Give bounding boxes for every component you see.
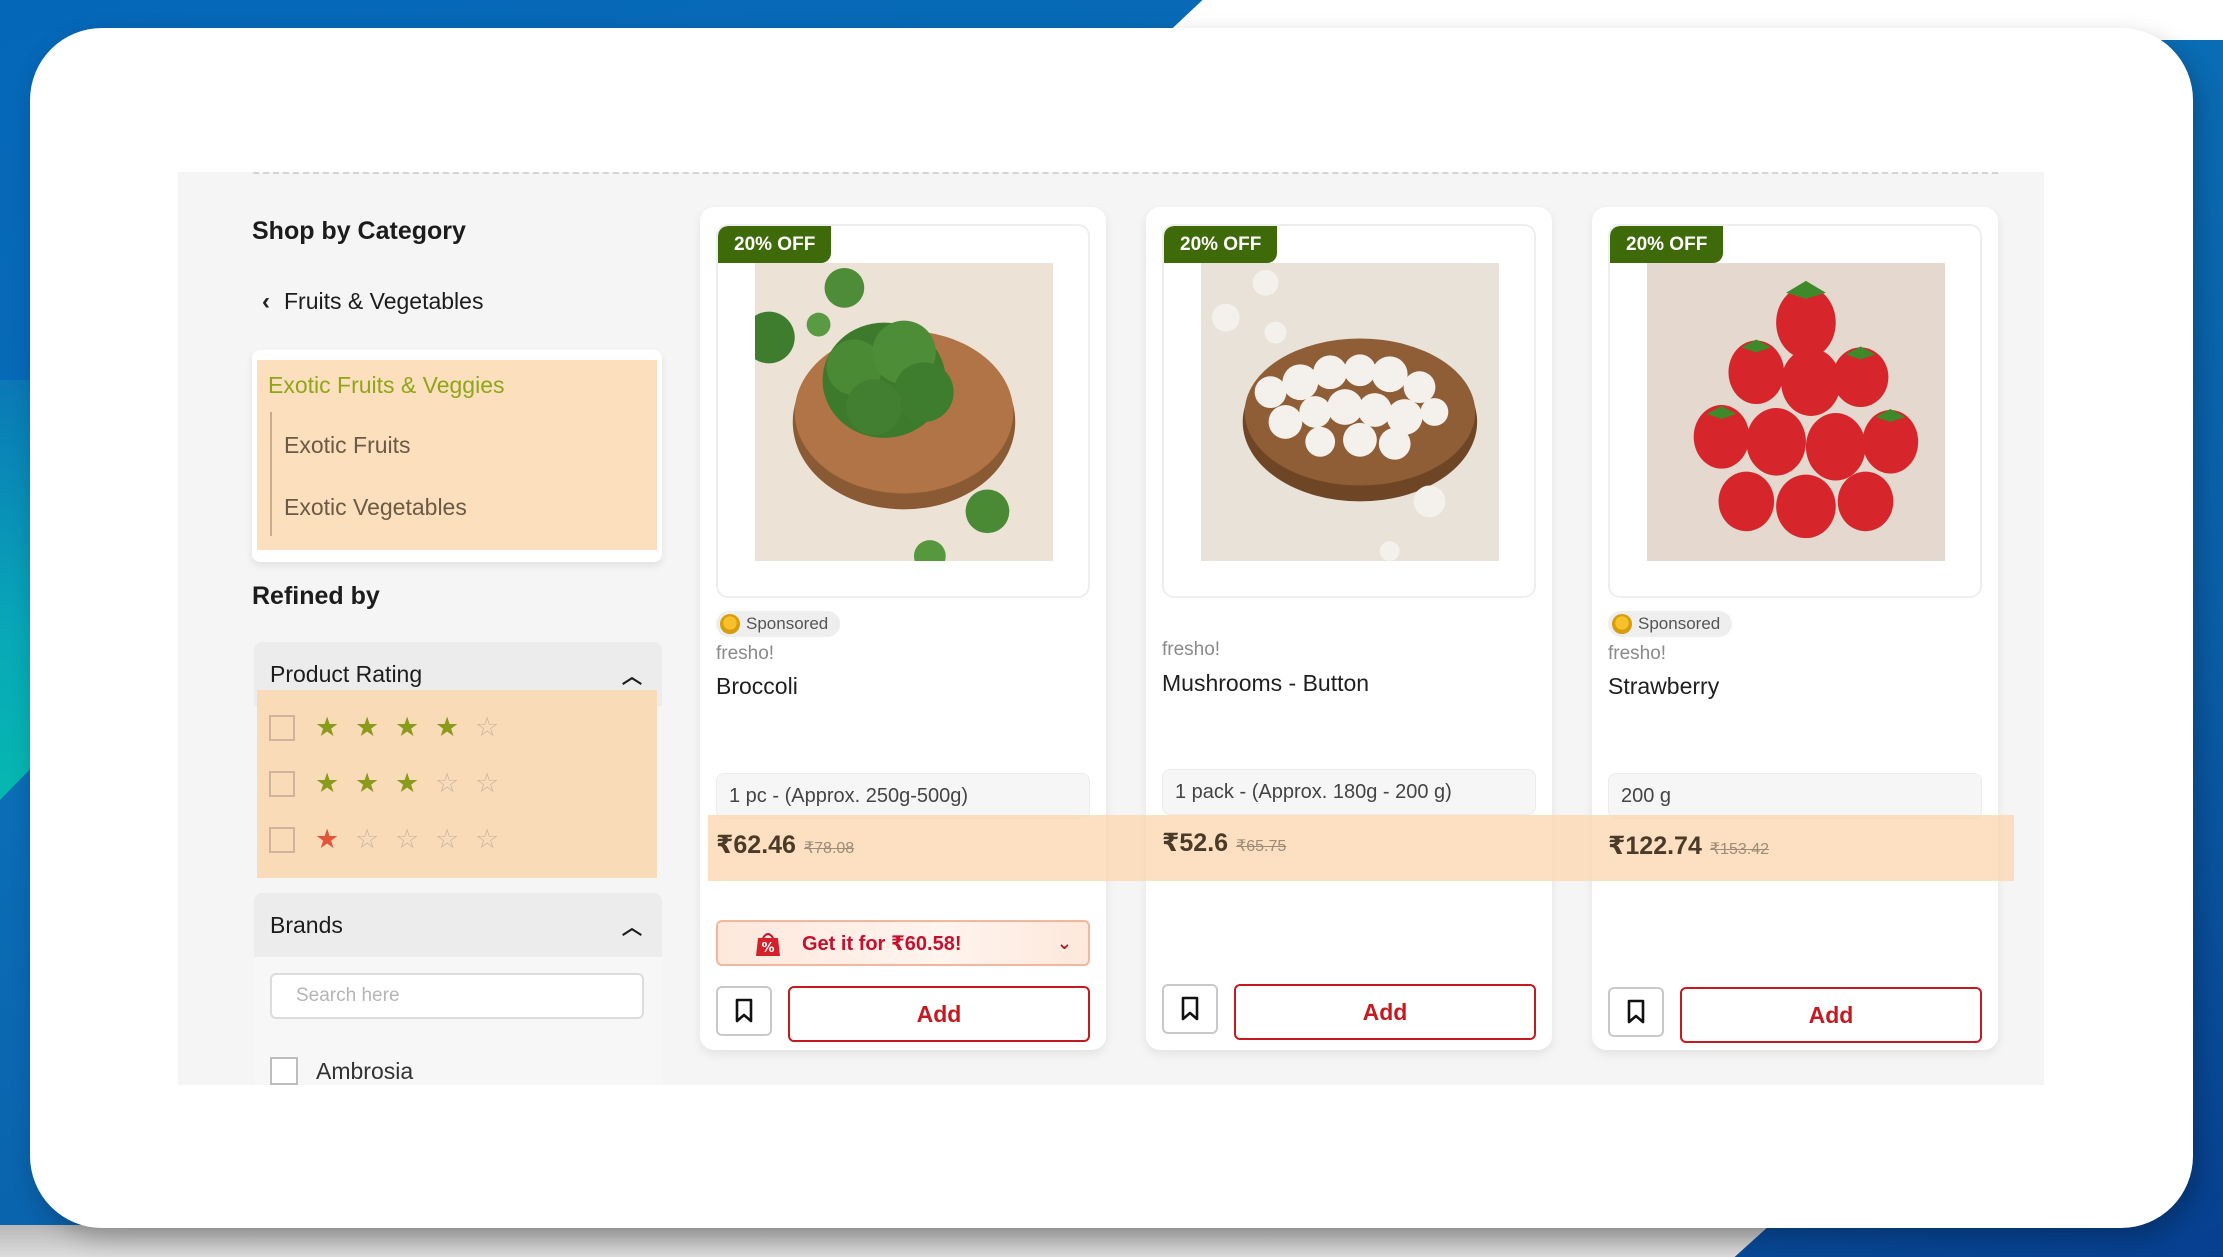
mrp-price: ₹78.08 <box>803 840 855 857</box>
product-name[interactable]: Broccoli <box>716 673 798 700</box>
add-to-cart-button[interactable]: Add <box>1234 984 1536 1040</box>
star-filled-icon: ★ <box>315 712 340 742</box>
save-for-later-button[interactable] <box>1162 984 1218 1034</box>
offer-banner[interactable]: % Get it for ₹60.58! ⌄ <box>716 920 1090 966</box>
parent-category-label: Fruits & Vegetables <box>284 288 484 314</box>
brands-options: Ambrosia <box>254 957 662 1085</box>
pack-size-selector[interactable]: 1 pc - (Approx. 250g-500g) <box>716 773 1090 819</box>
rating-option-3-stars[interactable]: ★ ★ ★ ☆ ☆ <box>269 770 515 797</box>
checkbox[interactable] <box>269 826 295 853</box>
rating-option-1-star[interactable]: ★ ☆ ☆ ☆ ☆ <box>269 826 515 853</box>
subcategory-exotic-vegetables[interactable]: Exotic Vegetables <box>284 494 467 521</box>
pack-size-selector[interactable]: 1 pack - (Approx. 180g - 200 g) <box>1162 769 1536 815</box>
star-empty-icon: ☆ <box>475 824 500 854</box>
strawberry-image <box>1647 263 1945 561</box>
price-highlight-band <box>708 815 2014 881</box>
refined-by-heading: Refined by <box>252 582 380 610</box>
bookmark-icon <box>1181 996 1199 1021</box>
star-filled-icon: ★ <box>435 712 460 742</box>
product-price: ₹52.6 ₹65.75 <box>1162 828 1286 858</box>
star-empty-icon: ☆ <box>355 824 380 854</box>
star-empty-icon: ☆ <box>475 712 500 742</box>
chevron-left-icon: ‹ <box>262 287 270 315</box>
selling-price: ₹52.6 <box>1162 829 1229 857</box>
chevron-up-icon: ︿ <box>622 665 642 688</box>
star-filled-icon: ★ <box>315 768 340 798</box>
product-name[interactable]: Strawberry <box>1608 673 1719 700</box>
sponsored-tag: Sponsored <box>1608 611 1733 637</box>
shop-by-category-heading: Shop by Category <box>252 217 466 245</box>
mrp-price: ₹153.42 <box>1709 841 1769 858</box>
sponsored-tag: Sponsored <box>716 611 841 637</box>
brand-option-ambrosia[interactable]: Ambrosia <box>270 1057 413 1085</box>
listing-page: Shop by Category ‹ Fruits & Vegetables E… <box>178 172 2044 1085</box>
sponsored-label: Sponsored <box>746 614 829 633</box>
rating-option-4-stars[interactable]: ★ ★ ★ ★ ☆ <box>269 714 515 741</box>
discount-badge: 20% OFF <box>718 226 832 263</box>
category-list: Exotic Fruits & Veggies Exotic Fruits Ex… <box>252 350 662 562</box>
add-to-cart-button[interactable]: Add <box>788 986 1090 1042</box>
product-brand: fresho! <box>1608 643 1667 664</box>
product-brand: fresho! <box>1162 639 1221 660</box>
star-filled-icon: ★ <box>355 768 380 798</box>
checkbox[interactable] <box>269 714 295 741</box>
star-empty-icon: ☆ <box>435 768 460 798</box>
filter-sidebar: Shop by Category ‹ Fruits & Vegetables E… <box>252 172 662 1085</box>
pack-size-selector[interactable]: 200 g <box>1608 773 1982 819</box>
brand-search-input[interactable] <box>270 973 644 1019</box>
chevron-up-icon: ︿ <box>622 916 642 939</box>
product-card[interactable]: 20% OFF Sponsored fresho! Strawberry 200… <box>1592 207 1998 1050</box>
sponsored-medal-icon <box>720 614 740 634</box>
star-filled-icon: ★ <box>395 768 420 798</box>
brand-option-label: Ambrosia <box>316 1057 414 1084</box>
star-empty-icon: ☆ <box>435 824 460 854</box>
subcategory-rule <box>270 412 272 536</box>
product-card[interactable]: 20% OFF Sponsored fresho! Broccoli 1 pc … <box>700 207 1106 1050</box>
sponsored-medal-icon <box>1612 614 1632 634</box>
chevron-down-icon: ⌄ <box>1056 932 1072 953</box>
brands-filter-header[interactable]: Brands ︿ <box>254 893 662 957</box>
subcategory-exotic-fruits[interactable]: Exotic Fruits <box>284 432 411 459</box>
discount-badge: 20% OFF <box>1610 226 1724 263</box>
selling-price: ₹122.74 <box>1608 832 1702 860</box>
checkbox[interactable] <box>270 1057 298 1085</box>
product-image-frame[interactable]: 20% OFF <box>716 224 1090 598</box>
product-name[interactable]: Mushrooms - Button <box>1162 670 1369 697</box>
mushrooms-image <box>1201 263 1499 561</box>
offer-text: Get it for ₹60.58! <box>802 932 962 955</box>
svg-text:%: % <box>761 941 774 956</box>
discount-badge: 20% OFF <box>1164 226 1278 263</box>
product-price: ₹62.46 ₹78.08 <box>716 830 854 860</box>
product-brand: fresho! <box>716 643 775 664</box>
checkbox[interactable] <box>269 770 295 797</box>
rating-options: ★ ★ ★ ★ ☆ ★ ★ ★ ☆ ☆ ★ ☆ ☆ ☆ ☆ <box>257 690 657 878</box>
discount-bag-icon: % <box>756 933 780 956</box>
broccoli-image <box>755 263 1053 561</box>
background-gray-shape <box>0 1225 1770 1257</box>
brands-title: Brands <box>270 911 343 938</box>
star-empty-icon: ☆ <box>475 768 500 798</box>
sponsored-label: Sponsored <box>1638 614 1721 633</box>
add-to-cart-button[interactable]: Add <box>1680 987 1982 1043</box>
bookmark-icon <box>735 998 753 1023</box>
back-to-parent-category[interactable]: ‹ Fruits & Vegetables <box>262 288 483 315</box>
category-item-active[interactable]: Exotic Fruits & Veggies <box>268 372 505 399</box>
save-for-later-button[interactable] <box>1608 987 1664 1037</box>
product-image-frame[interactable]: 20% OFF <box>1162 224 1536 598</box>
star-filled-icon: ★ <box>315 824 340 854</box>
save-for-later-button[interactable] <box>716 986 772 1036</box>
product-rating-title: Product Rating <box>270 660 423 687</box>
star-empty-icon: ☆ <box>395 824 420 854</box>
star-filled-icon: ★ <box>355 712 380 742</box>
bookmark-icon <box>1627 999 1645 1024</box>
product-image-frame[interactable]: 20% OFF <box>1608 224 1982 598</box>
selling-price: ₹62.46 <box>716 831 796 859</box>
star-filled-icon: ★ <box>395 712 420 742</box>
mrp-price: ₹65.75 <box>1236 838 1287 855</box>
product-price: ₹122.74 ₹153.42 <box>1608 831 1769 861</box>
product-card[interactable]: 20% OFF fresho! Mushrooms - Button 1 pac… <box>1146 207 1552 1050</box>
